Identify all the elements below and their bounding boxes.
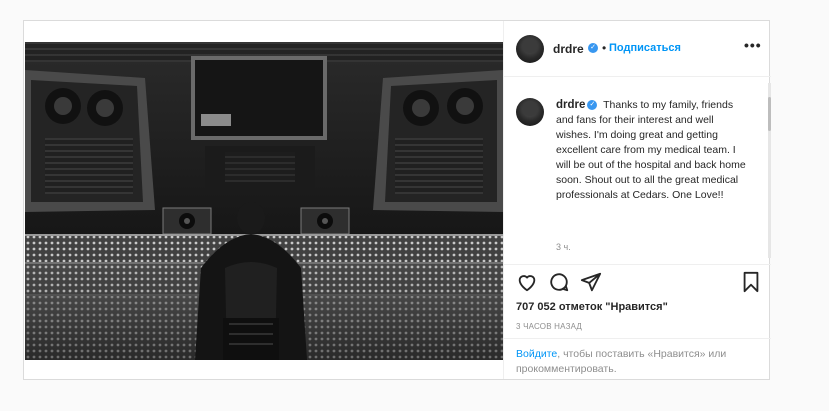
caption-text: Thanks to my family, friends and fans fo… (556, 99, 746, 201)
scrollbar-thumb[interactable] (768, 97, 771, 131)
instagram-post: drdre ✓ • Подписаться ••• drdre ✓ Thanks … (23, 20, 771, 380)
caption-verified-icon: ✓ (587, 100, 598, 111)
comments-scrollbar[interactable] (768, 83, 771, 258)
post-caption: drdre ✓ Thanks to my family, friends and … (556, 98, 748, 203)
comment-icon[interactable] (548, 271, 570, 293)
separator-dot: • (602, 41, 607, 55)
caption-time[interactable]: 3 ч. (556, 242, 571, 252)
likes-count[interactable]: 707 052 отметок "Нравится" (516, 301, 668, 313)
post-timestamp[interactable]: 3 ЧАСОВ НАЗАД (516, 322, 582, 331)
heart-icon[interactable] (516, 271, 538, 293)
post-image[interactable] (25, 42, 503, 360)
post-sidebar: drdre ✓ • Подписаться ••• drdre ✓ Thanks … (503, 21, 771, 379)
more-options-icon[interactable]: ••• (744, 37, 762, 53)
caption-avatar[interactable] (516, 98, 544, 126)
follow-button[interactable]: Подписаться (609, 42, 681, 54)
username[interactable]: drdre (553, 42, 584, 56)
studio-photo (25, 42, 503, 360)
comments-section: drdre ✓ Thanks to my family, friends and … (504, 78, 771, 264)
login-link[interactable]: Войдите (516, 348, 557, 360)
bookmark-icon[interactable] (740, 271, 762, 293)
caption-username[interactable]: drdre (556, 99, 585, 111)
verified-badge-icon: ✓ (588, 43, 598, 53)
login-prompt: Войдите, чтобы поставить «Нравится» или … (504, 338, 771, 379)
post-header: drdre ✓ • Подписаться ••• (504, 21, 771, 77)
share-icon[interactable] (580, 271, 602, 293)
avatar[interactable] (516, 35, 544, 63)
